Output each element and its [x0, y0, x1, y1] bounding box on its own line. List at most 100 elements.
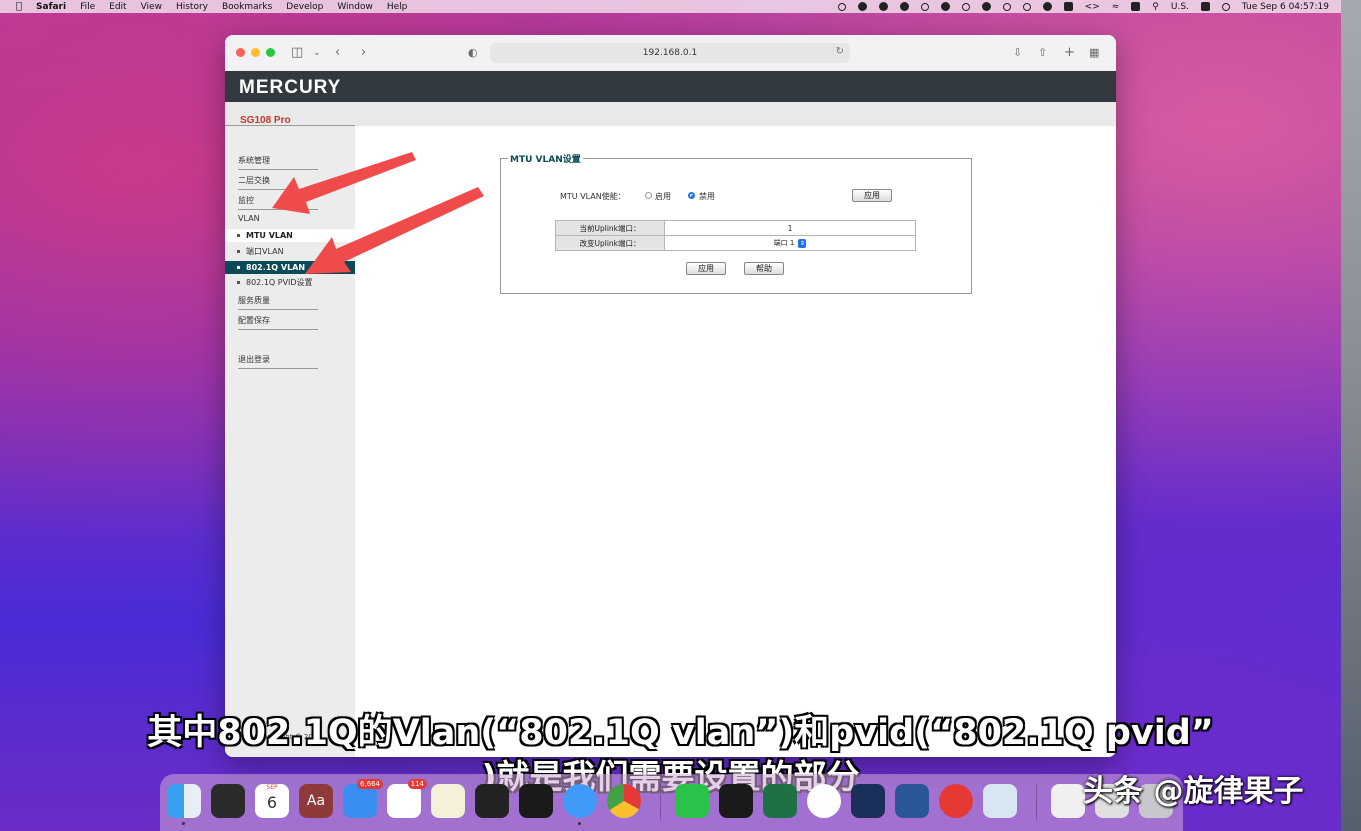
change-uplink-label: 改变Uplink端口： [555, 235, 665, 251]
downloads-icon[interactable]: ⇩ [1013, 44, 1022, 62]
notes-icon[interactable] [431, 784, 465, 818]
nav-system[interactable]: 系统管理 [238, 155, 318, 170]
sidebar-nav: 系统管理 二层交换 监控 VLAN MTU VLAN 端口VLAN 802.1Q… [225, 125, 355, 757]
dock: SEP 6 Aa 6,664 114 [160, 774, 1183, 831]
siri-icon[interactable] [1221, 2, 1230, 11]
enable-radio[interactable] [645, 192, 652, 199]
nav-logout[interactable]: 退出登录 [238, 354, 318, 369]
nav-mtu-vlan-label: MTU VLAN [246, 231, 293, 240]
tab-overview-icon[interactable]: ▦ [1089, 44, 1099, 62]
uplink-port-select[interactable]: 端口 1 ⇕ [774, 238, 807, 248]
control-center-icon[interactable] [1200, 2, 1210, 11]
terminal-icon[interactable] [519, 784, 553, 818]
wechat-icon[interactable] [940, 2, 950, 11]
safari-icon[interactable] [563, 784, 597, 825]
mail-badge: 6,664 [356, 779, 383, 789]
time-machine-icon[interactable] [1022, 2, 1031, 11]
video-player-icon[interactable] [851, 784, 885, 818]
privacy-shield-icon[interactable]: ◐ [468, 44, 478, 62]
back-button[interactable]: ‹ [335, 44, 340, 62]
finder-icon[interactable] [167, 784, 201, 825]
menu-window[interactable]: Window [337, 2, 373, 12]
nav-monitor[interactable]: 监控 [238, 195, 318, 210]
bluetooth-icon[interactable] [1042, 2, 1052, 11]
menu-file[interactable]: File [80, 2, 95, 12]
document-icon[interactable] [1051, 784, 1085, 818]
nav-mtu-vlan[interactable]: MTU VLAN [225, 229, 355, 242]
record-icon[interactable] [837, 2, 846, 11]
reminders-badge: 114 [407, 779, 427, 789]
share-icon[interactable]: ⇧ [1038, 44, 1047, 62]
wifi-icon[interactable]: ≈ [1112, 2, 1120, 12]
menu-help[interactable]: Help [387, 2, 408, 12]
reminders-icon[interactable]: 114 [387, 779, 427, 818]
nav-port-vlan[interactable]: 端口VLAN [225, 245, 355, 258]
info-icon[interactable] [961, 2, 970, 11]
mtu-enable-label: MTU VLAN使能： [560, 192, 626, 201]
battery-icon[interactable] [1063, 2, 1073, 11]
piano-app-icon[interactable] [211, 784, 245, 818]
acrobat-icon[interactable] [719, 784, 753, 818]
mail-icon[interactable]: 6,664 [343, 779, 383, 818]
nav-8021q-pvid[interactable]: 802.1Q PVID设置 [225, 276, 355, 289]
menu-edit[interactable]: Edit [109, 2, 126, 12]
excel-icon[interactable] [763, 784, 797, 818]
menu-bookmarks[interactable]: Bookmarks [222, 2, 272, 12]
help-button[interactable]: 帮助 [744, 262, 784, 275]
headphones-icon[interactable] [1002, 2, 1011, 11]
bullet-icon [237, 234, 240, 237]
spotlight-search-icon[interactable]: ⚲ [1152, 2, 1159, 12]
nav-port-vlan-label: 端口VLAN [246, 247, 284, 256]
moon-icon[interactable] [899, 2, 909, 11]
play-icon[interactable] [920, 2, 929, 11]
calendar-icon[interactable]: SEP 6 [255, 784, 289, 818]
current-uplink-label: 当前Uplink端口： [555, 220, 665, 236]
nav-save-config[interactable]: 配置保存 [238, 315, 318, 330]
apple-menu-icon[interactable]:  [16, 1, 22, 12]
address-bar[interactable]: 192.168.0.1 ↻ [490, 43, 850, 63]
menu-app-name[interactable]: Safari [36, 2, 66, 12]
dock-separator [1036, 784, 1037, 820]
chrome-icon[interactable] [607, 784, 641, 818]
cloud-icon[interactable] [878, 2, 888, 11]
word-icon[interactable] [895, 784, 929, 818]
mic-icon[interactable] [981, 2, 991, 11]
dictionary-icon[interactable]: Aa [299, 784, 333, 818]
menu-view[interactable]: View [141, 2, 162, 12]
change-uplink-cell: 端口 1 ⇕ [664, 235, 916, 251]
nav-qos[interactable]: 服务质量 [238, 295, 318, 310]
activity-monitor-icon[interactable] [475, 784, 509, 818]
display-icon[interactable] [1131, 2, 1141, 11]
url-text: 192.168.0.1 [642, 48, 698, 58]
wechat-icon[interactable] [675, 784, 709, 818]
menu-develop[interactable]: Develop [286, 2, 323, 12]
forward-button[interactable]: › [361, 44, 366, 62]
status-icon[interactable] [857, 2, 867, 11]
zoom-window-button[interactable] [266, 48, 275, 57]
disable-radio[interactable] [688, 192, 695, 199]
uplink-port-select-value: 端口 1 [773, 239, 795, 247]
nav-vlan[interactable]: VLAN [238, 214, 318, 226]
new-tab-button[interactable]: + [1064, 44, 1075, 62]
close-window-button[interactable] [236, 48, 245, 57]
nav-8021q-vlan[interactable]: 802.1Q VLAN [225, 261, 355, 274]
minimize-window-button[interactable] [251, 48, 260, 57]
reload-icon[interactable]: ↻ [836, 46, 844, 57]
menu-history[interactable]: History [176, 2, 208, 12]
sidebar-toggle-icon[interactable]: ◫ [291, 44, 303, 62]
nav-8021q-vlan-label: 802.1Q VLAN [246, 263, 306, 272]
nav-l2-switch[interactable]: 二层交换 [238, 175, 318, 190]
qq-icon[interactable] [807, 784, 841, 818]
input-source[interactable]: U.S. [1171, 2, 1189, 12]
subtitle-line-1: 其中802.1Q的Vlan(“802.1Q vlan”)和pvid(“802.1… [147, 713, 1214, 753]
router-admin-page: MERCURY SG108 Pro 系统管理 二层交换 监控 VLAN MTU … [225, 71, 1116, 757]
panel-title: MTU VLAN设置 [508, 152, 583, 165]
netease-music-icon[interactable] [939, 784, 973, 818]
clock[interactable]: Tue Sep 6 04:57:19 [1242, 2, 1329, 12]
preview-icon[interactable] [983, 784, 1017, 818]
code-icon[interactable]: <> [1085, 2, 1100, 12]
apply-button[interactable]: 应用 [686, 262, 726, 275]
sidebar-divider [225, 125, 355, 126]
apply-enable-button[interactable]: 应用 [852, 189, 892, 202]
chevron-down-icon[interactable]: ⌄ [313, 44, 321, 62]
